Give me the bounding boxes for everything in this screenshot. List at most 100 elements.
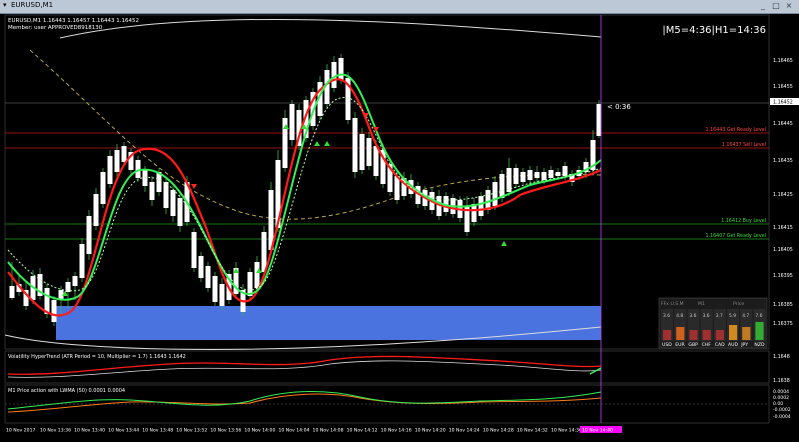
hypertrend-axis-bottom: 1.1638 [773, 378, 790, 384]
price-tick: 1.16395 [773, 273, 793, 279]
strength-bar [702, 330, 711, 340]
chart-menu-icon[interactable]: ▾ [3, 1, 7, 9]
timeframe-timer: |M5=4:36|H1=14:36 [662, 25, 766, 36]
sell-arrow [191, 184, 197, 189]
price-action-title: M1 Price action with LWMA (50) 0.0001 0.… [8, 388, 125, 394]
chart-title: EURUSD,M1 [11, 1, 54, 9]
price-tick: 1.16455 [773, 84, 793, 90]
price-tick: 1.16425 [773, 192, 793, 198]
candle-body [527, 170, 533, 180]
strength-bar [742, 327, 751, 340]
candle-body [9, 286, 15, 298]
symbol-ohlc-line: EURUSD,M1 1.16443 1.16457 1.16443 1.1645… [8, 18, 139, 24]
main-panel-frame [4, 14, 770, 350]
time-tick: 10 Nov 14:08 [313, 428, 344, 434]
lwma-orange-line [7, 393, 602, 413]
strength-bar [689, 330, 698, 340]
member-line: Member: user APPROVED8918130 [8, 25, 103, 31]
candle-body [191, 232, 197, 268]
time-tick: 10 Nov 13:56 [210, 428, 241, 434]
candle-body [555, 172, 561, 176]
candle-body [534, 172, 540, 178]
strength-currency: JPY [740, 342, 748, 348]
hypertrend-axis-top: 1.1648 [773, 354, 790, 360]
candle-body [205, 266, 211, 288]
candle-body [212, 276, 218, 302]
strength-currency: USD [662, 342, 672, 348]
price-tick: 1.16405 [773, 247, 793, 253]
time-tick: 10 Nov 14:36 [551, 428, 582, 434]
price-tick: 1.16415 [773, 225, 793, 231]
pa-axis-tick: 0.0004 [773, 389, 789, 395]
candle-body [135, 160, 141, 178]
candle-body [478, 196, 484, 216]
strength-bar [663, 330, 672, 340]
pa-axis-tick: 0.0002 [773, 395, 789, 401]
strength-currency: CAD [715, 342, 725, 348]
price-tick: 1.16375 [773, 321, 793, 327]
time-tick: 10 Nov 14:20 [415, 428, 446, 434]
strength-value: 3.6 [663, 313, 670, 319]
strength-value: 7.6 [755, 313, 762, 319]
close-button[interactable]: × [784, 1, 794, 11]
candle-body [198, 256, 204, 278]
buy-level-label: 1.16412 Buy Level [721, 218, 766, 224]
buy-arrow [501, 241, 507, 246]
candle-body [513, 168, 519, 184]
time-tick: 10 Nov 13:40 [74, 428, 105, 434]
price-tick: 1.16445 [773, 121, 793, 127]
strength-value: 3.7 [716, 313, 723, 319]
sell-level-label: 1.16437 Sell Level [722, 142, 766, 148]
strength-value: 5.9 [729, 313, 736, 319]
candle-body [170, 190, 176, 216]
strength-bar [729, 325, 738, 340]
candle-body [499, 174, 505, 198]
candle-body [100, 172, 106, 204]
price-chart-canvas[interactable]: EURUSD,M1 1.16443 1.16457 1.16443 1.1645… [0, 14, 799, 442]
pa-axis-tick: -0.0004 [773, 414, 791, 420]
current-price-label: 1.16452 [773, 100, 793, 106]
get-ready-sell-label: 1.16443 Get Ready Level [705, 127, 766, 133]
strength-value: 3.6 [689, 313, 696, 319]
candle-body [149, 182, 155, 200]
candle-body [93, 194, 99, 226]
candle-body [51, 300, 57, 322]
strength-bar [715, 330, 724, 340]
candle-body [219, 284, 225, 306]
candle-body [107, 156, 113, 184]
candle-body [373, 146, 379, 176]
strength-currency: EUR [675, 342, 685, 348]
price-tick: 1.16465 [773, 58, 793, 64]
time-tick: 10 Nov 14:00 [244, 428, 275, 434]
strength-header-label: FFx U.S.M [661, 301, 684, 307]
hypertrend-title: Volatility HyperTrend (ATR Period = 10, … [8, 354, 186, 360]
currency-strength-panel: FFx U.S.M M1 Price 3.6 USD 4.8 EUR 3.6 GBP 3.6… [658, 297, 768, 349]
candle-body [72, 276, 78, 286]
minimize-button[interactable]: _ [758, 1, 768, 11]
maximize-button[interactable]: □ [771, 1, 781, 11]
strength-header-tf: M1 [698, 301, 705, 307]
candle-body [177, 198, 183, 226]
candle-body [331, 62, 337, 88]
candle-body [338, 58, 344, 80]
price-axis: 1.16465 1.16455 1.16445 1.16435 1.16425 … [770, 58, 799, 327]
strength-currency: GBP [688, 342, 698, 348]
time-tick: 10 Nov 13:44 [108, 428, 139, 434]
candle-body [520, 172, 526, 182]
candle-body [352, 118, 358, 172]
strength-currency: NZD [754, 342, 765, 348]
bar-countdown: < 0:36 [607, 103, 631, 111]
candle-body [289, 104, 295, 140]
candle-body [86, 216, 92, 254]
chart-titlebar[interactable]: ▾ EURUSD,M1 _ □ × [0, 0, 799, 14]
candle-body [471, 204, 477, 222]
candle-body [366, 138, 372, 166]
upper-envelope-curve [59, 18, 602, 39]
strength-currency: CHF [702, 342, 712, 348]
time-marker-label: 10 Nov 14:40 [582, 428, 613, 434]
candle-body [163, 182, 169, 208]
buy-arrow [324, 141, 330, 146]
candle-body [114, 150, 120, 172]
get-ready-buy-label: 1.16407 Get Ready Level [705, 233, 766, 239]
time-axis: 10 Nov 2017 10 Nov 13:36 10 Nov 13:40 10 No… [6, 428, 582, 434]
